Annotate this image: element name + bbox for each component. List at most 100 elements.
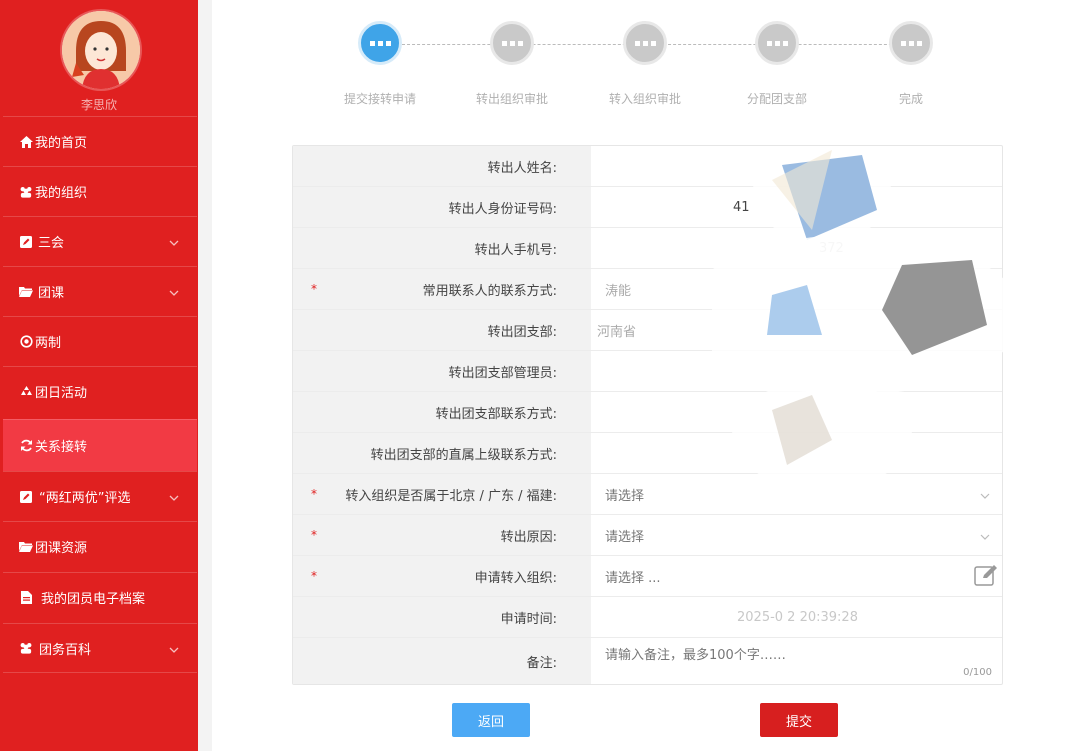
apply-time-value: 2025-0 2 20:39:28 <box>591 597 1002 637</box>
field-label: * 转入组织是否属于北京 / 广东 / 福建: <box>293 474 591 514</box>
form-row-reason-select: * 转出原因: 请选择 <box>293 515 1002 556</box>
field-label: 转出人手机号: <box>293 228 591 268</box>
name-value <box>591 146 1002 186</box>
sidebar-item-class-resources[interactable]: 团课资源 <box>3 521 197 571</box>
field-label-text: 转入组织是否属于北京 / 广东 / 福建: <box>345 488 557 504</box>
sidebar-item-league-wiki[interactable]: 团务百科 <box>3 623 197 673</box>
required-mark: * <box>311 528 317 542</box>
sidebar-item-my-org[interactable]: 我的组织 <box>3 166 197 216</box>
avatar[interactable] <box>62 11 140 89</box>
file-icon <box>19 591 33 605</box>
id-number-value: 41 <box>591 187 1002 227</box>
sidebar-item-label: 我的首页 <box>35 136 88 151</box>
step-1-indicator <box>358 21 402 65</box>
phone-text: 372 <box>819 240 844 256</box>
chevron-down-icon <box>169 285 179 300</box>
sidebar-item-two-systems[interactable]: 两制 <box>3 316 197 366</box>
recycle-icon <box>19 385 33 399</box>
field-label: * 转出原因: <box>293 515 591 555</box>
step-2-indicator <box>490 21 534 65</box>
picker-placeholder: 请选择 ... <box>605 570 661 586</box>
step-3-label: 转入组织审批 <box>608 92 681 106</box>
step-5-indicator <box>889 21 933 65</box>
field-label-text: 申请转入组织: <box>474 570 557 586</box>
sidebar-item-relation-transfer[interactable]: 关系接转 <box>3 419 197 471</box>
ellipsis-icon <box>369 40 391 46</box>
step-5-label: 完成 <box>898 92 923 106</box>
branch-contact-value <box>591 392 1002 432</box>
form-row-name: 转出人姓名: <box>293 146 1002 187</box>
back-button[interactable]: 返回 <box>452 703 530 737</box>
ellipsis-icon <box>900 40 922 46</box>
contact-input[interactable]: 涛能 <box>591 269 1002 309</box>
select-placeholder: 请选择 <box>605 488 645 504</box>
id-number-text: 41 <box>733 199 750 215</box>
reason-select[interactable]: 请选择 <box>591 515 1002 555</box>
field-label-text: 常用联系人的联系方式: <box>422 283 557 299</box>
sidebar-item-label: 团课资源 <box>35 541 88 556</box>
sidebar-item-label: 关系接转 <box>35 440 88 455</box>
sidebar-item-home[interactable]: 我的首页 <box>3 116 197 166</box>
field-label: 转出团支部的直属上级联系方式: <box>293 433 591 473</box>
field-label-text: 转出原因: <box>500 529 557 545</box>
step-3-indicator <box>623 21 667 65</box>
form-row-branch-admin: 转出团支部管理员: <box>293 351 1002 392</box>
form-row-branch-contact: 转出团支部联系方式: <box>293 392 1002 433</box>
region-select[interactable]: 请选择 <box>591 474 1002 514</box>
required-mark: * <box>311 569 317 583</box>
select-placeholder: 请选择 <box>605 529 645 545</box>
sidebar-gap <box>198 0 212 751</box>
sidebar-item-label: 两制 <box>35 336 62 351</box>
sidebar-item-two-red-two-excellent[interactable]: “两红两优”评选 <box>3 471 197 521</box>
sidebar-item-three-meetings[interactable]: 三会 <box>3 216 197 266</box>
sidebar-item-label: 团课 <box>38 286 65 301</box>
form-row-apply-time: 申请时间: 2025-0 2 20:39:28 <box>293 597 1002 638</box>
edit-icon <box>19 490 33 504</box>
users-icon <box>19 641 33 655</box>
field-label: 申请时间: <box>293 597 591 637</box>
target-org-picker[interactable]: 请选择 ... <box>591 556 1002 596</box>
form-row-remark: 备注: 请输入备注，最多100个字…… 0/100 <box>293 638 1002 684</box>
field-label: * 申请转入组织: <box>293 556 591 596</box>
chevron-down-icon <box>169 642 179 657</box>
field-label: 转出人姓名: <box>293 146 591 186</box>
user-panel: 李思欣 <box>0 0 198 122</box>
edit-icon[interactable] <box>974 563 1000 591</box>
form-row-out-branch: 转出团支部: 河南省 <box>293 310 1002 351</box>
ellipsis-icon <box>766 40 788 46</box>
field-label: * 常用联系人的联系方式: <box>293 269 591 309</box>
sidebar-item-member-archive[interactable]: 我的团员电子档案 <box>3 572 197 622</box>
step-4-indicator <box>755 21 799 65</box>
field-label: 转出团支部: <box>293 310 591 350</box>
home-icon <box>19 135 33 149</box>
superior-contact-value <box>591 433 1002 473</box>
field-label: 转出团支部联系方式: <box>293 392 591 432</box>
main-content: 提交接转申请 转出组织审批 转入组织审批 分配团支部 完成 转出人姓名: 转出人… <box>212 0 1080 751</box>
ellipsis-icon <box>501 40 523 46</box>
form-row-id-number: 转出人身份证号码: 41 <box>293 187 1002 228</box>
sidebar-item-label: 我的组织 <box>35 186 88 201</box>
char-counter: 0/100 <box>963 667 992 678</box>
chevron-down-icon <box>980 529 990 544</box>
refresh-icon <box>19 439 33 453</box>
remark-textarea[interactable]: 请输入备注，最多100个字…… 0/100 <box>591 638 1002 684</box>
step-1-label: 提交接转申请 <box>343 92 416 106</box>
form-row-contact: * 常用联系人的联系方式: 涛能 <box>293 269 1002 310</box>
field-label: 转出团支部管理员: <box>293 351 591 391</box>
branch-admin-value <box>591 351 1002 391</box>
sidebar-item-league-day[interactable]: 团日活动 <box>3 366 197 416</box>
username: 李思欣 <box>80 98 117 112</box>
out-branch-text: 河南省 <box>597 324 637 340</box>
field-label: 转出人身份证号码: <box>293 187 591 227</box>
sidebar-item-label: 三会 <box>38 236 65 251</box>
folder-icon <box>19 540 33 554</box>
step-4-label: 分配团支部 <box>746 92 807 106</box>
chevron-down-icon <box>169 490 179 505</box>
submit-button[interactable]: 提交 <box>760 703 838 737</box>
sidebar-item-group-class[interactable]: 团课 <box>3 266 197 316</box>
form-row-superior-contact: 转出团支部的直属上级联系方式: <box>293 433 1002 474</box>
phone-value: 372 <box>591 228 1002 268</box>
out-branch-value: 河南省 <box>591 310 1002 350</box>
form-row-target-org: * 申请转入组织: 请选择 ... <box>293 556 1002 597</box>
sidebar-item-label: 我的团员电子档案 <box>41 592 146 607</box>
